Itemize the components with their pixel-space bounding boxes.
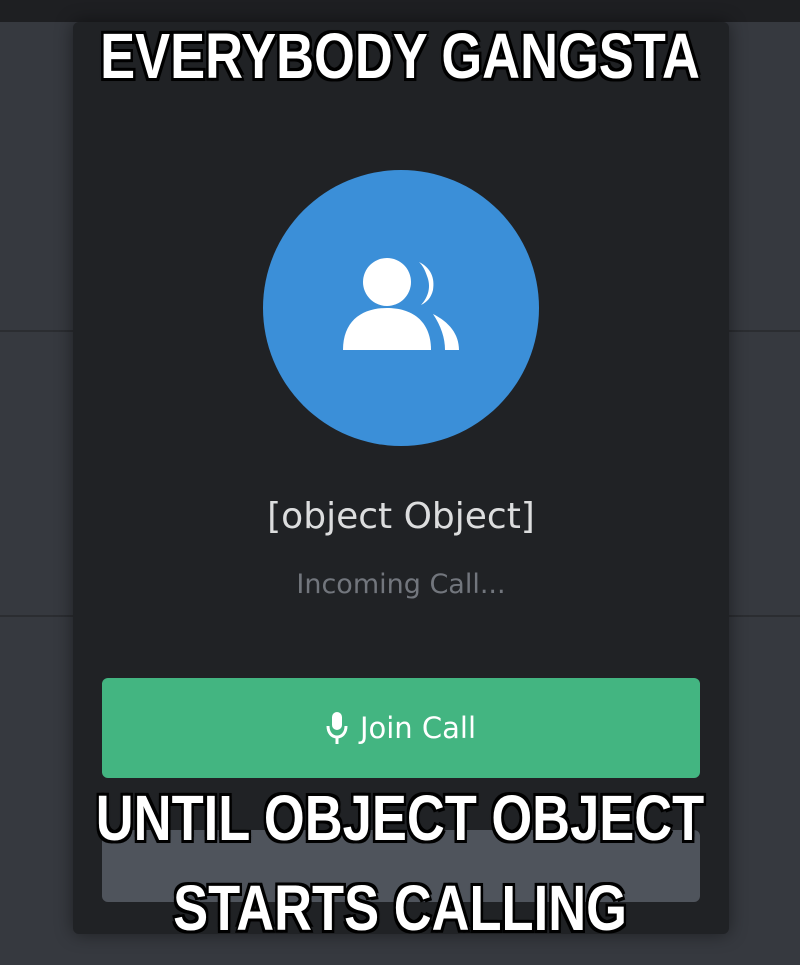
background-divider [728,615,800,617]
microphone-icon [326,712,348,744]
meme-bottom-caption-line1: UNTIL OBJECT OBJECT [95,782,706,854]
meme-top-caption: EVERYBODY GANGSTA [99,20,701,92]
join-call-button[interactable]: Join Call [102,678,700,778]
call-status: Incoming Call... [296,569,506,600]
join-call-label: Join Call [359,711,477,745]
caller-name: [object Object] [267,496,535,537]
background-divider [728,330,800,332]
background-divider [0,615,75,617]
top-bar [0,0,800,22]
caller-avatar [263,170,539,446]
background-divider [0,330,75,332]
meme-bottom-caption-line2: STARTS CALLING [172,872,628,944]
group-users-icon [343,258,459,350]
